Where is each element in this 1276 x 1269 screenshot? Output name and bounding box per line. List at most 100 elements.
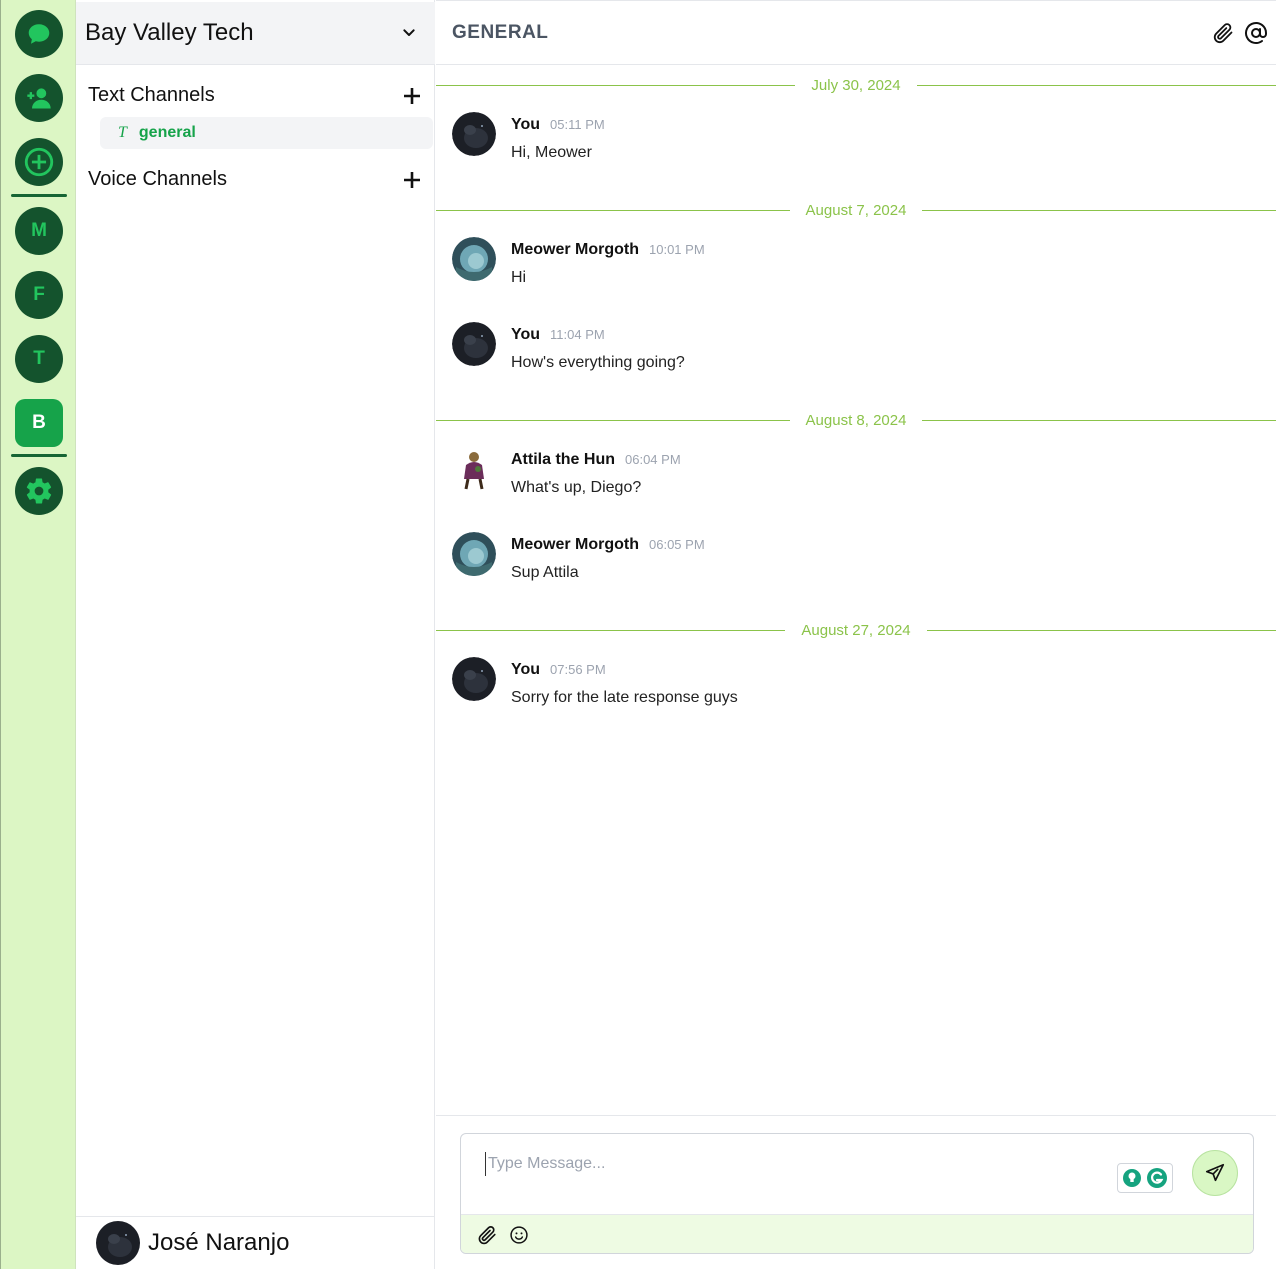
message-author: Meower Morgoth xyxy=(511,536,639,553)
server-button-t[interactable]: T xyxy=(15,335,63,383)
date-separator: August 8, 2024 xyxy=(436,410,1276,430)
server-button-f[interactable]: F xyxy=(15,271,63,319)
divider-line xyxy=(436,419,790,421)
send-button[interactable] xyxy=(1192,1150,1238,1196)
server-header[interactable]: Bay Valley Tech xyxy=(76,2,435,65)
date-label: August 7, 2024 xyxy=(805,201,907,219)
divider-line xyxy=(436,84,796,86)
date-label: July 30, 2024 xyxy=(811,76,901,94)
text-channel-icon: T xyxy=(118,124,127,141)
divider-line xyxy=(922,419,1276,421)
server-initial: M xyxy=(31,220,47,241)
message-input[interactable] xyxy=(485,1152,1105,1176)
paper-plane-icon xyxy=(1205,1163,1225,1182)
server-rail: M F T B xyxy=(0,0,76,1269)
avatar xyxy=(96,1221,140,1265)
add-voice-channel-button[interactable] xyxy=(401,169,423,191)
at-sign-icon xyxy=(1245,21,1267,44)
message-time: 06:05 PM xyxy=(649,537,705,552)
text-channels-section: Text Channels xyxy=(88,84,423,107)
message-author: Attila the Hun xyxy=(511,451,615,468)
server-button-b[interactable]: B xyxy=(15,399,63,447)
date-separator: July 30, 2024 xyxy=(436,75,1276,95)
server-initial: T xyxy=(33,348,45,369)
add-text-channel-button[interactable] xyxy=(401,85,423,107)
channel-sidebar: Bay Valley Tech Text Channels T general … xyxy=(76,0,435,1269)
chat-area: GENERAL July 30, 2024 You 05:11 PM Hi, Me… xyxy=(436,0,1276,1269)
message-author: You xyxy=(511,116,541,133)
server-name: Bay Valley Tech xyxy=(85,19,254,46)
avatar xyxy=(452,657,496,701)
message: Attila the Hun 06:04 PM What's up, Diego? xyxy=(452,447,1252,507)
server-button-m[interactable]: M xyxy=(15,207,63,255)
message-author: You xyxy=(511,661,541,678)
paperclip-icon xyxy=(1213,22,1233,43)
paperclip-icon xyxy=(478,1226,496,1245)
channel-name: general xyxy=(138,124,196,141)
writing-assistant-widget[interactable] xyxy=(1117,1163,1173,1193)
direct-messages-button[interactable] xyxy=(15,10,63,58)
date-separator: August 27, 2024 xyxy=(436,620,1276,640)
gear-icon xyxy=(26,478,52,504)
grammar-check-icon xyxy=(1147,1168,1167,1188)
message-text: Hi, Meower xyxy=(511,144,592,161)
plus-circle-icon xyxy=(24,147,54,177)
avatar xyxy=(452,237,496,281)
date-label: August 8, 2024 xyxy=(805,411,907,429)
emoji-button[interactable] xyxy=(507,1223,531,1247)
message-time: 10:01 PM xyxy=(649,242,705,257)
date-separator: August 7, 2024 xyxy=(436,200,1276,220)
mentions-button[interactable] xyxy=(1243,20,1269,46)
chevron-down-icon xyxy=(403,29,415,36)
plus-icon xyxy=(404,171,420,188)
composer-area xyxy=(436,1115,1276,1269)
message-text: What's up, Diego? xyxy=(511,479,642,496)
smiley-icon xyxy=(510,1226,528,1244)
avatar xyxy=(452,447,496,491)
divider-line xyxy=(436,629,786,631)
attach-files-button[interactable] xyxy=(1210,20,1236,46)
attach-button[interactable] xyxy=(475,1223,499,1247)
divider-line xyxy=(436,209,790,211)
message: Meower Morgoth 10:01 PM Hi xyxy=(452,237,1252,297)
message-time: 05:11 PM xyxy=(550,117,605,132)
lightbulb-icon xyxy=(1123,1169,1141,1187)
voice-channels-section: Voice Channels xyxy=(88,168,423,191)
chat-header: GENERAL xyxy=(436,0,1276,65)
channel-item-general[interactable]: T general xyxy=(100,117,433,149)
message-author: You xyxy=(511,326,541,343)
user-panel[interactable]: José Naranjo xyxy=(76,1216,435,1269)
avatar xyxy=(452,532,496,576)
divider-line xyxy=(922,209,1276,211)
message-text: Hi xyxy=(511,269,527,286)
plus-icon xyxy=(404,87,420,104)
message: You 07:56 PM Sorry for the late response … xyxy=(452,657,1252,717)
avatar xyxy=(452,112,496,156)
text-channels-label: Text Channels xyxy=(88,84,215,106)
chat-bubble-icon xyxy=(28,24,50,44)
message-time: 06:04 PM xyxy=(625,452,681,467)
message: You 11:04 PM How's everything going? xyxy=(452,322,1252,382)
settings-button[interactable] xyxy=(15,467,63,515)
date-label: August 27, 2024 xyxy=(801,621,911,639)
voice-channels-label: Voice Channels xyxy=(88,168,227,190)
rail-divider xyxy=(11,454,67,457)
composer-toolbar xyxy=(461,1214,1253,1253)
message-text: Sup Attila xyxy=(511,564,579,581)
message-time: 07:56 PM xyxy=(550,662,606,677)
message-author: Meower Morgoth xyxy=(511,241,639,258)
add-friend-button[interactable] xyxy=(15,74,63,122)
rail-divider xyxy=(11,194,67,197)
message: Meower Morgoth 06:05 PM Sup Attila xyxy=(452,532,1252,592)
channel-title: GENERAL xyxy=(452,21,549,43)
message-text: Sorry for the late response guys xyxy=(511,689,738,706)
message-composer xyxy=(460,1133,1254,1254)
message: You 05:11 PM Hi, Meower xyxy=(452,112,1252,172)
avatar xyxy=(452,322,496,366)
divider-line xyxy=(916,84,1276,86)
message-text: How's everything going? xyxy=(511,354,685,371)
server-initial: B xyxy=(32,412,46,433)
add-server-button[interactable] xyxy=(15,138,63,186)
user-name: José Naranjo xyxy=(148,1229,290,1256)
divider-line xyxy=(926,629,1276,631)
